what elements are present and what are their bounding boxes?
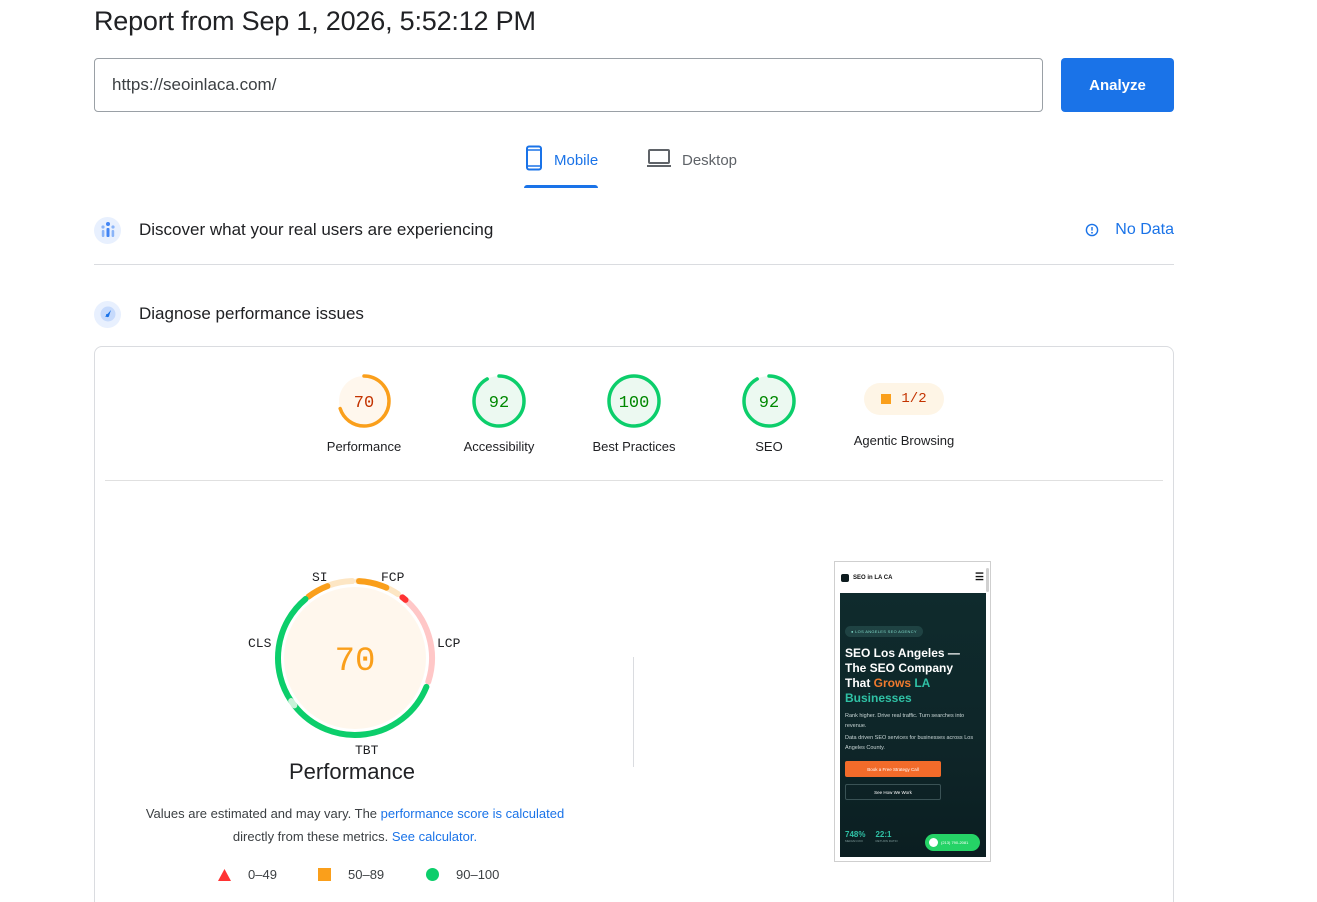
metric-label-si[interactable]: SI: [312, 570, 328, 585]
metric-label-lcp[interactable]: LCP: [437, 636, 460, 651]
screenshot-cta-secondary: See How We Work: [845, 784, 941, 800]
stat-1-value: 748%: [845, 830, 866, 839]
whatsapp-icon: [929, 838, 938, 847]
average-square-icon: [881, 394, 892, 404]
gauge-accessibility[interactable]: 92 Accessibility: [434, 372, 564, 454]
legend-average-range: 50–89: [348, 867, 385, 882]
screenshot-para-2: Data driven SEO services for businesses …: [845, 735, 974, 751]
field-data-title: Discover what your real users are experi…: [139, 220, 494, 239]
score-ring: 100: [607, 374, 661, 428]
legend-fail-range: 0–49: [248, 867, 277, 882]
stat-2-sub: RETURN RATIO: [875, 839, 898, 843]
info-icon: [1085, 223, 1099, 237]
performance-metrics-gauge: 70: [275, 578, 435, 738]
fail-triangle-icon: [218, 868, 231, 881]
hamburger-menu-icon: ☰: [975, 572, 984, 583]
screenshot-navbar: SEO in LA CA ☰: [835, 562, 990, 593]
metric-label-cls[interactable]: CLS: [248, 636, 271, 651]
vertical-divider: [633, 657, 634, 767]
score-ring: 70: [337, 374, 391, 428]
performance-title: Performance: [289, 759, 415, 784]
stat-1: 748% MEDIAN ROI: [845, 830, 865, 843]
stat-2: 22:1 RETURN RATIO: [875, 830, 897, 843]
screenshot-cta-primary: Book a Free Strategy Call: [845, 761, 941, 777]
section-divider: [94, 264, 1174, 265]
screenshot-scrollbar: [986, 568, 989, 592]
whatsapp-number: (213) 790-2081: [941, 840, 969, 845]
tab-desktop[interactable]: Desktop: [646, 145, 737, 189]
whatsapp-button: (213) 790-2081: [925, 834, 980, 851]
metric-label-fcp[interactable]: FCP: [381, 570, 404, 585]
score-ring: 92: [472, 374, 526, 428]
stat-1-sub: MEDIAN ROI: [845, 839, 863, 843]
gauge-label: Performance: [326, 439, 402, 454]
metric-label-tbt[interactable]: TBT: [355, 743, 378, 758]
laptop-icon: [647, 149, 671, 167]
agentic-score: 1/2: [901, 391, 927, 407]
agentic-label: Agentic Browsing: [853, 433, 955, 448]
gauge-agentic-browsing[interactable]: 1/2 Agentic Browsing: [839, 372, 969, 448]
screenshot-pill: ● LOS ANGELES SEO AGENCY: [845, 626, 923, 637]
performance-gauge-score: 70: [335, 643, 376, 681]
lcp-arc: [399, 594, 409, 603]
page-title: Report from Sep 1, 2026, 5:52:12 PM: [94, 6, 536, 36]
values-note: Values are estimated and may vary. The p…: [130, 802, 580, 848]
field-data-section: Discover what your real users are experi…: [94, 216, 1174, 244]
legend-fail: 0–49: [218, 867, 277, 882]
gauge-score: 100: [619, 394, 650, 413]
screenshot-hero: ● LOS ANGELES SEO AGENCY SEO Los Angeles…: [840, 593, 986, 857]
see-calculator-link[interactable]: See calculator.: [392, 829, 477, 844]
gauge-gap-arc: [288, 698, 298, 709]
screenshot-brand: SEO in LA CA: [853, 574, 893, 581]
card-divider: [105, 480, 1163, 481]
legend-pass-range: 90–100: [456, 867, 500, 882]
gauge-label: SEO: [755, 439, 783, 454]
note-text-2: directly from these metrics.: [232, 829, 392, 844]
diagnose-section: Diagnose performance issues: [94, 300, 1174, 328]
gauge-score: 70: [354, 394, 374, 413]
analyze-button[interactable]: Analyze: [1061, 58, 1174, 112]
tab-desktop-label: Desktop: [682, 152, 738, 169]
gauge-best-practices[interactable]: 100 Best Practices: [569, 372, 699, 454]
diagnose-title: Diagnose performance issues: [139, 304, 364, 323]
screenshot-para-1: Rank higher. Drive real traffic. Turn se…: [845, 713, 965, 729]
diagnose-gauge-icon: [94, 300, 121, 328]
pass-circle-icon: [426, 868, 439, 881]
gauge-seo[interactable]: 92 SEO: [704, 372, 834, 454]
users-chart-icon: [94, 216, 121, 244]
average-square-icon: [318, 868, 331, 881]
stat-2-value: 22:1: [875, 830, 892, 839]
gauge-performance[interactable]: 70 Performance: [299, 372, 429, 454]
score-calculated-link[interactable]: performance score is calculated: [381, 806, 565, 821]
headline-orange: Grows: [873, 676, 912, 690]
agentic-badge: 1/2: [864, 383, 944, 415]
screenshot-stats: 748% MEDIAN ROI 22:1 RETURN RATIO: [845, 830, 898, 843]
no-data-status[interactable]: No Data: [1085, 221, 1174, 239]
tab-mobile[interactable]: Mobile: [524, 145, 599, 189]
legend-average: 50–89: [318, 867, 384, 882]
note-text-1: Values are estimated and may vary. The: [145, 806, 381, 821]
mobile-phone-icon: [526, 145, 542, 171]
brand-logo-icon: [841, 573, 849, 582]
legend-pass: 90–100: [426, 867, 499, 882]
screenshot-headline: SEO Los Angeles — The SEO Company That G…: [845, 646, 981, 706]
no-data-label: No Data: [1115, 221, 1174, 238]
final-screenshot: SEO in LA CA ☰ ● LOS ANGELES SEO AGENCY …: [834, 561, 991, 862]
gauge-score: 92: [489, 394, 509, 413]
url-input[interactable]: [94, 58, 1043, 112]
score-ring: 92: [742, 374, 796, 428]
tab-mobile-label: Mobile: [554, 152, 599, 169]
gauge-score: 92: [759, 394, 779, 413]
gauge-label: Best Practices: [592, 439, 676, 454]
gauge-label: Accessibility: [463, 439, 535, 454]
